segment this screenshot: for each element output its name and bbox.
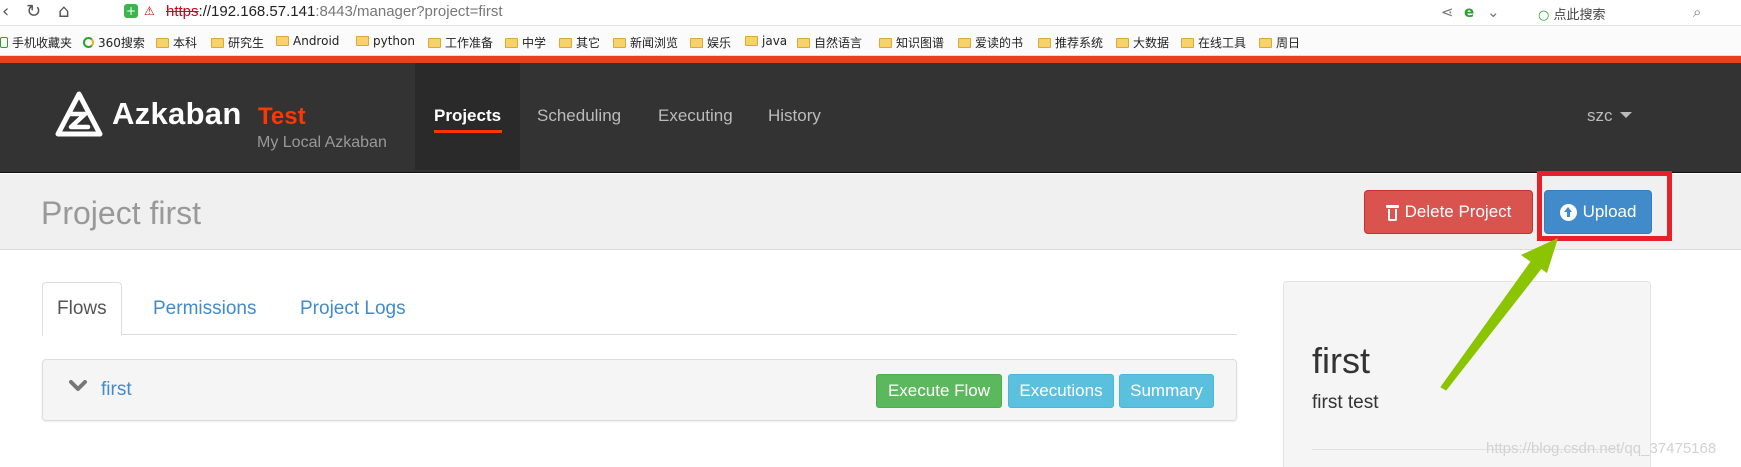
user-menu[interactable]: szc xyxy=(1587,106,1632,126)
bookmark-folder[interactable]: 中学 xyxy=(505,34,546,51)
folder-icon xyxy=(356,36,369,46)
nav-history[interactable]: History xyxy=(768,106,821,126)
page-header: Project first Delete Project Upload xyxy=(0,174,1741,250)
caret-down-icon xyxy=(1619,111,1632,118)
chevron-down-icon[interactable] xyxy=(69,380,87,392)
page-title: Project first xyxy=(41,195,202,231)
bookmark-folder[interactable]: Android xyxy=(276,34,339,48)
phone-icon xyxy=(0,37,8,48)
executions-button[interactable]: Executions xyxy=(1008,374,1114,408)
search-icon[interactable]: ⌕ xyxy=(1693,3,1701,21)
shield-icon: + xyxy=(124,4,138,18)
reload-icon[interactable]: ↻ xyxy=(26,2,41,22)
back-icon[interactable]: ‹ xyxy=(2,2,9,22)
folder-icon xyxy=(690,37,703,48)
360-icon xyxy=(83,37,94,48)
folder-icon xyxy=(1038,37,1051,48)
trash-icon xyxy=(1385,204,1399,221)
delete-project-label: Delete Project xyxy=(1404,202,1512,221)
tab-flows[interactable]: Flows xyxy=(42,282,122,336)
folder-icon xyxy=(958,37,971,48)
folder-icon xyxy=(879,37,892,48)
bookmark-folder[interactable]: 知识图谱 xyxy=(879,34,944,51)
bookmark-folder[interactable]: 其它 xyxy=(559,34,600,51)
folder-icon xyxy=(613,37,626,48)
brand-subtitle: My Local Azkaban xyxy=(257,134,387,151)
project-tabs: Flows Permissions Project Logs xyxy=(42,282,1237,336)
brand-name[interactable]: Azkaban xyxy=(112,96,242,132)
nav-scheduling[interactable]: Scheduling xyxy=(537,106,621,126)
bookmarks-bar: 手机收藏夹 360搜索 本科 研究生 Android python 工作准备 中… xyxy=(0,26,1741,56)
folder-icon xyxy=(505,37,518,48)
url-field[interactable]: https://192.168.57.141:8443/manager?proj… xyxy=(166,3,503,20)
project-name: first xyxy=(1312,340,1370,381)
ie-engine-icon[interactable]: e xyxy=(1464,3,1474,21)
execute-flow-button[interactable]: Execute Flow xyxy=(876,374,1002,408)
folder-icon xyxy=(1116,37,1129,48)
brand-environment: Test xyxy=(258,103,306,130)
annotation-highlight-box xyxy=(1537,171,1672,241)
azkaban-logo-icon[interactable] xyxy=(54,90,104,140)
bookmark-folder[interactable]: 推荐系统 xyxy=(1038,34,1103,51)
bookmark-folder[interactable]: 在线工具 xyxy=(1181,34,1246,51)
delete-project-button[interactable]: Delete Project xyxy=(1364,190,1533,234)
search-placeholder: 点此搜索 xyxy=(1553,8,1606,23)
bookmark-item[interactable]: 手机收藏夹 xyxy=(0,34,72,51)
bookmark-folder[interactable]: 自然语言 xyxy=(797,34,862,51)
bookmark-folder[interactable]: 工作准备 xyxy=(428,34,493,51)
folder-icon xyxy=(745,36,758,46)
tab-project-logs[interactable]: Project Logs xyxy=(286,282,420,335)
nav-executing[interactable]: Executing xyxy=(658,106,733,126)
bookmark-folder[interactable]: 研究生 xyxy=(211,34,264,51)
insecure-warning-icon: ⚠ xyxy=(144,4,155,18)
bookmark-folder[interactable]: 周日 xyxy=(1259,34,1300,51)
folder-icon xyxy=(276,36,289,46)
chevron-down-icon[interactable]: ⌄ xyxy=(1487,3,1500,21)
search-engine-icon: ○ xyxy=(1538,8,1550,23)
bookmark-folder[interactable]: 娱乐 xyxy=(690,34,731,51)
nav-projects[interactable]: Projects xyxy=(434,106,501,126)
folder-icon xyxy=(559,37,572,48)
project-description: first test xyxy=(1312,392,1379,413)
folder-icon xyxy=(156,37,169,48)
browser-address-bar: ‹ ↻ ⌂ + ⚠ https://192.168.57.141:8443/ma… xyxy=(0,0,1741,26)
top-navbar: Azkaban Test My Local Azkaban Projects S… xyxy=(0,63,1741,173)
home-icon[interactable]: ⌂ xyxy=(58,2,69,22)
summary-button[interactable]: Summary xyxy=(1119,374,1214,408)
bookmark-folder[interactable]: python xyxy=(356,34,415,48)
bookmark-folder[interactable]: 新闻浏览 xyxy=(613,34,678,51)
flow-row: first Execute Flow Executions Summary xyxy=(42,359,1237,421)
bookmark-item[interactable]: 360搜索 xyxy=(83,34,145,51)
folder-icon xyxy=(428,37,441,48)
user-name: szc xyxy=(1587,106,1613,125)
flow-name-link[interactable]: first xyxy=(101,379,132,401)
nav-active-underline xyxy=(434,130,502,133)
folder-icon xyxy=(1181,37,1194,48)
url-protocol: https xyxy=(166,3,199,20)
share-icon[interactable]: ⋖ xyxy=(1441,3,1454,21)
url-host: ://192.168.57.141 xyxy=(198,3,316,20)
bookmark-folder[interactable]: java xyxy=(745,34,787,48)
tab-permissions[interactable]: Permissions xyxy=(139,282,270,335)
url-path: :8443/manager?project=first xyxy=(315,3,503,20)
folder-icon xyxy=(1259,37,1272,48)
browser-accent-line xyxy=(0,56,1741,63)
bookmark-folder[interactable]: 本科 xyxy=(156,34,197,51)
folder-icon xyxy=(797,37,810,48)
watermark: https://blog.csdn.net/qq_37475168 xyxy=(1486,440,1717,457)
bookmark-folder[interactable]: 大数据 xyxy=(1116,34,1169,51)
folder-icon xyxy=(211,37,224,48)
bookmark-folder[interactable]: 爱读的书 xyxy=(958,34,1023,51)
search-input[interactable]: ○ 点此搜索 xyxy=(1538,4,1606,23)
